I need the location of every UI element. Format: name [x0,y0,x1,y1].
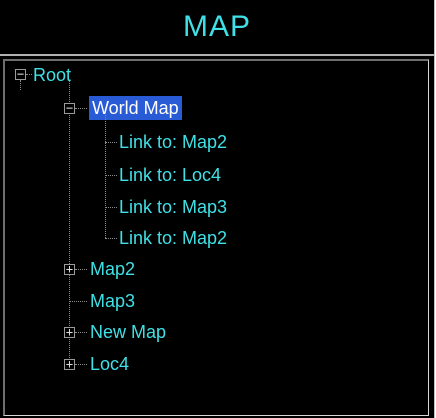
expand-new-map-icon[interactable]: + [64,326,75,338]
expand-loc4-icon[interactable]: + [64,358,75,370]
tree-connector [105,115,106,238]
tree-connector [75,364,87,365]
collapse-root-icon[interactable]: − [15,68,26,80]
tree-node-loc4[interactable]: Loc4 [87,352,132,376]
tree-node-map2[interactable]: Map2 [87,257,138,281]
tree-connector [75,269,87,270]
tree-node-new-map[interactable]: New Map [87,320,169,344]
tree-node-link[interactable]: Link to: Map2 [116,226,230,250]
tree-connector [20,80,21,90]
tree-node-link[interactable]: Link to: Map2 [116,130,230,154]
panel-title: MAP [182,10,251,43]
expand-map2-icon[interactable]: + [64,263,75,275]
title-bar: MAP [0,0,434,56]
tree-connector [69,301,87,302]
tree-connector [75,108,87,109]
tree-node-world-map[interactable]: World Map [89,96,182,120]
map-panel: MAP − Root − World Map Link to: Map2 Lin… [0,0,435,418]
tree-connector [75,332,87,333]
tree-node-root[interactable]: Root [30,63,74,87]
tree-node-link[interactable]: Link to: Map3 [116,195,230,219]
tree-node-map3[interactable]: Map3 [87,289,138,313]
map-tree[interactable]: − Root − World Map Link to: Map2 Link to… [3,59,429,416]
collapse-world-map-icon[interactable]: − [64,102,75,114]
tree-node-link[interactable]: Link to: Loc4 [116,163,224,187]
